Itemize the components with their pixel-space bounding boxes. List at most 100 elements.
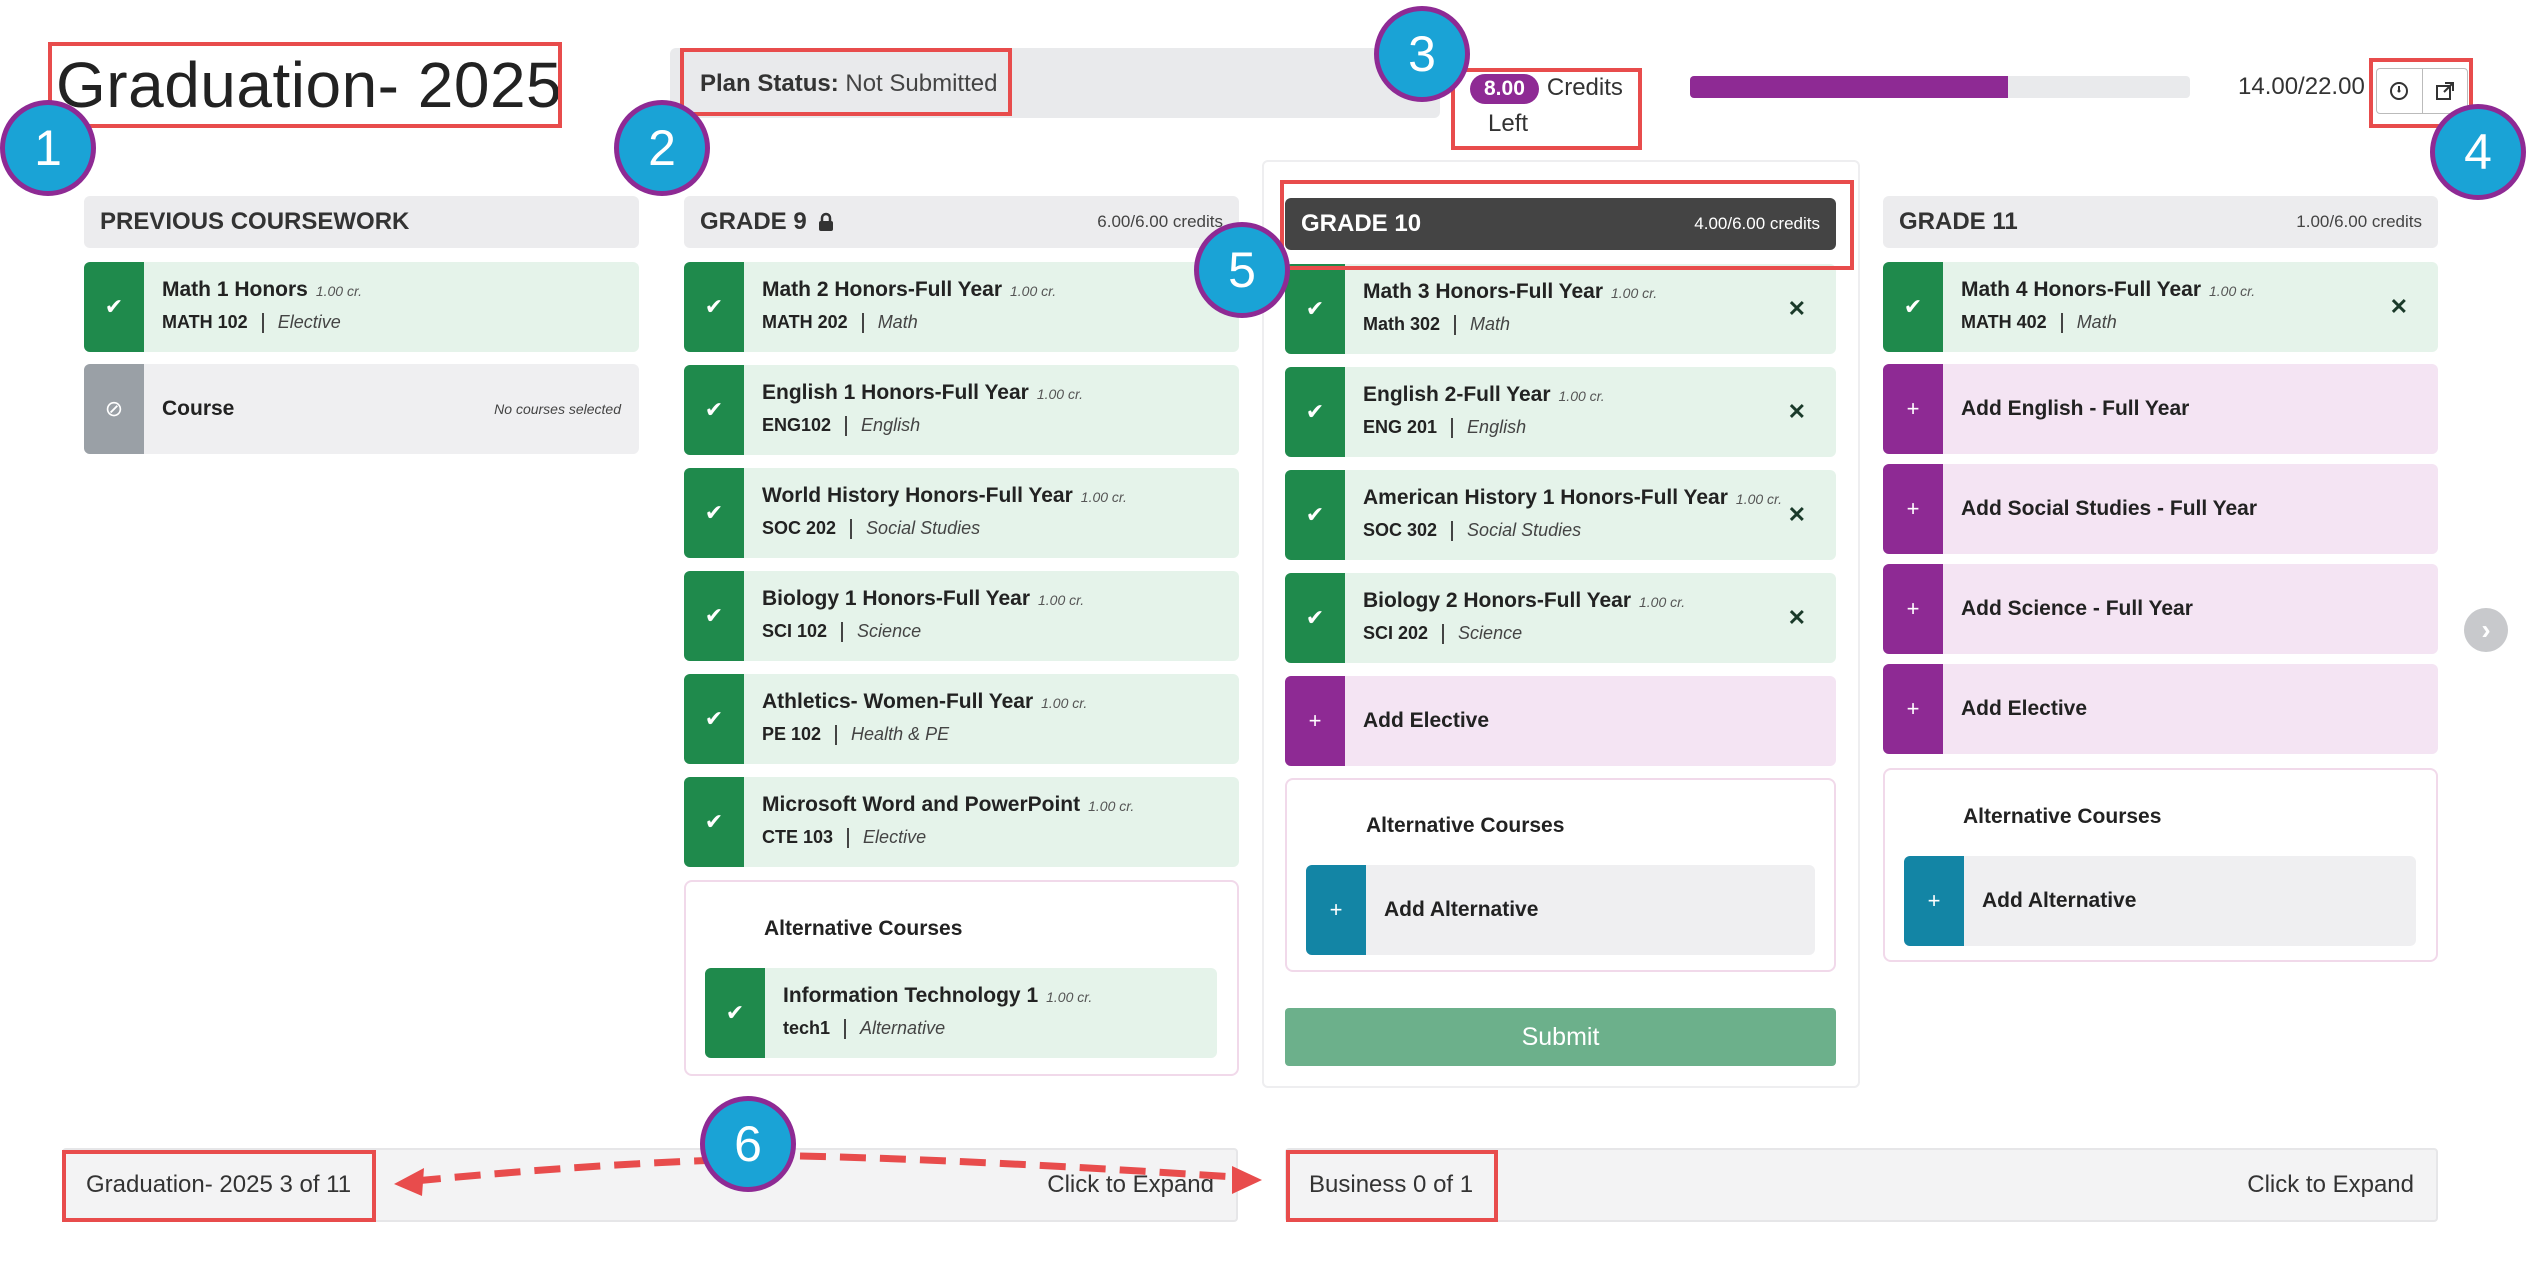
check-icon: ✔ — [1285, 367, 1345, 457]
course-name: American History 1 Honors-Full Year — [1363, 486, 1728, 509]
course-card[interactable]: ✔ American History 1 Honors-Full Year 1.00… — [1285, 470, 1836, 560]
annotation-arrow — [394, 1152, 1262, 1196]
credits-left-badge: 8.00 — [1470, 74, 1539, 104]
remove-course-icon[interactable]: ✕ — [1788, 296, 1806, 322]
remove-course-icon[interactable]: ✕ — [1788, 502, 1806, 528]
credits-left: 8.00 Credits Left — [1470, 74, 1623, 138]
course-card[interactable]: ✔ Athletics- Women-Full Year 1.00 cr. PE 10… — [684, 674, 1239, 764]
course-card[interactable]: ✔ Biology 2 Honors-Full Year 1.00 cr. SCI 2… — [1285, 573, 1836, 663]
column-title: GRADE 9 — [700, 208, 807, 235]
plus-icon: + — [1306, 865, 1366, 955]
course-card[interactable]: ✔ Math 3 Honors-Full Year 1.00 cr. Math 302… — [1285, 264, 1836, 354]
check-icon: ✔ — [684, 365, 744, 455]
add-course-button[interactable]: + Add Social Studies - Full Year — [1883, 464, 2438, 554]
course-credits: 1.00 cr. — [1735, 491, 1783, 507]
check-icon: ✔ — [1285, 264, 1345, 354]
alternative-course-card[interactable]: ✔ Information Technology 1 1.00 cr. tech1… — [705, 968, 1217, 1058]
credits-left-label: Credits — [1546, 74, 1623, 101]
course-card[interactable]: ✔ Biology 1 Honors-Full Year 1.00 cr. SCI 1… — [684, 571, 1239, 661]
add-label: Add Alternative — [1982, 889, 2137, 912]
course-card[interactable]: ✔ Math 1 Honors 1.00 cr. MATH 102 Elective — [84, 262, 639, 352]
check-icon: ✔ — [684, 468, 744, 558]
alternative-courses-title: Alternative Courses — [764, 917, 963, 940]
course-name: English 1 Honors-Full Year — [762, 381, 1029, 404]
submit-button[interactable]: Submit — [1285, 1008, 1836, 1066]
expander-label: Graduation- 2025 3 of 11 — [86, 1171, 352, 1198]
course-name: English 2-Full Year — [1363, 383, 1551, 406]
add-label: Add English - Full Year — [1961, 397, 2190, 420]
add-course-button[interactable]: + Add Elective — [1883, 664, 2438, 754]
next-arrow-icon[interactable]: › — [2464, 608, 2508, 652]
no-entry-icon: ⊘ — [84, 364, 144, 454]
add-label: Add Elective — [1363, 709, 1490, 732]
column-title: PREVIOUS COURSEWORK — [100, 208, 410, 235]
plus-icon: + — [1883, 364, 1943, 454]
column-title: GRADE 11 — [1899, 208, 2018, 235]
add-elective-button[interactable]: + Add Elective — [1285, 676, 1836, 766]
check-icon: ✔ — [684, 262, 744, 352]
course-code: CTE 103 — [762, 827, 834, 847]
credits-progress-text: 14.00/22.00 — [2238, 73, 2365, 100]
plus-icon: + — [1904, 856, 1964, 946]
course-code: ENG102 — [762, 415, 832, 435]
remove-course-icon[interactable]: ✕ — [1788, 605, 1806, 631]
add-label: Add Science - Full Year — [1961, 597, 2193, 620]
check-icon: ✔ — [684, 571, 744, 661]
annotation-badge-4: 4 — [2430, 104, 2526, 200]
course-card[interactable]: ✔ Math 4 Honors-Full Year 1.00 cr. MATH 4… — [1883, 262, 2438, 352]
empty-course-card[interactable]: ⊘ Course No courses selected — [84, 364, 639, 454]
alternative-courses-title: Alternative Courses — [1963, 805, 2162, 828]
course-name: Biology 1 Honors-Full Year — [762, 587, 1030, 610]
course-card[interactable]: ✔ English 2-Full Year 1.00 cr. ENG 201 Engli… — [1285, 367, 1836, 457]
check-icon: ✔ — [705, 968, 765, 1058]
column-header-grade11: GRADE 11 1.00/6.00 credits — [1883, 196, 2438, 248]
course-category: English — [861, 415, 921, 435]
course-credits: 1.00 cr. — [1611, 285, 1658, 301]
course-code: ENG 201 — [1363, 417, 1438, 437]
remove-course-icon[interactable]: ✕ — [1788, 399, 1806, 425]
course-code: Math 302 — [1363, 314, 1441, 334]
add-course-button[interactable]: + Add Science - Full Year — [1883, 564, 2438, 654]
annotation-badge-5: 5 — [1194, 222, 1290, 318]
course-name: Math 2 Honors-Full Year — [762, 278, 1002, 301]
course-code: MATH 202 — [762, 312, 848, 332]
course-category: Alternative — [860, 1018, 946, 1038]
annotation-badge-1: 1 — [0, 100, 96, 196]
add-alternative-button[interactable]: + Add Alternative — [1904, 856, 2416, 946]
course-credits: 1.00 cr. — [1639, 594, 1686, 610]
expand-link[interactable]: Click to Expand — [2247, 1171, 2414, 1199]
course-category: Math — [877, 312, 918, 332]
column-header-grade9: GRADE 9 6.00/6.00 credits — [684, 196, 1239, 248]
course-credits: 1.00 cr. — [315, 283, 363, 299]
course-card[interactable]: ✔ English 1 Honors-Full Year 1.00 cr. ENG10… — [684, 365, 1239, 455]
plan-expander-business[interactable]: Business 0 of 1 Click to Expand — [1285, 1148, 2438, 1222]
check-icon: ✔ — [1285, 573, 1345, 663]
column-title: GRADE 10 — [1301, 210, 1422, 237]
remove-course-icon[interactable]: ✕ — [2390, 294, 2408, 320]
history-icon[interactable] — [2377, 69, 2422, 113]
column-credits: 6.00/6.00 credits — [1097, 212, 1223, 231]
course-credits: 1.00 cr. — [1038, 592, 1085, 608]
check-icon: ✔ — [684, 777, 744, 867]
course-credits: 1.00 cr. — [1558, 388, 1605, 404]
column-credits: 1.00/6.00 credits — [2296, 212, 2422, 231]
course-credits: 1.00 cr. — [1046, 989, 1093, 1005]
course-code: MATH 402 — [1961, 312, 2047, 332]
add-label: Add Social Studies - Full Year — [1961, 497, 2258, 520]
add-alternative-button[interactable]: + Add Alternative — [1306, 865, 1815, 955]
course-name: Information Technology 1 — [783, 984, 1039, 1007]
add-label: Add Elective — [1961, 697, 2088, 720]
course-card[interactable]: ✔ World History Honors-Full Year 1.00 cr. S… — [684, 468, 1239, 558]
plan-status-label: Plan Status: — [700, 70, 839, 97]
no-courses-note: No courses selected — [494, 401, 621, 417]
column-header-grade10: GRADE 10 4.00/6.00 credits — [1285, 198, 1836, 250]
course-category: Elective — [863, 827, 927, 847]
course-card[interactable]: ✔ Math 2 Honors-Full Year 1.00 cr. MATH 202… — [684, 262, 1239, 352]
course-card[interactable]: ✔ Microsoft Word and PowerPoint 1.00 cr. CT… — [684, 777, 1239, 867]
annotation-badge-6: 6 — [700, 1096, 796, 1192]
course-code: PE 102 — [762, 724, 822, 744]
add-course-button[interactable]: + Add English - Full Year — [1883, 364, 2438, 454]
course-code: tech1 — [783, 1018, 831, 1038]
credits-progress-fill — [1690, 76, 2008, 98]
add-label: Add Alternative — [1384, 898, 1539, 921]
